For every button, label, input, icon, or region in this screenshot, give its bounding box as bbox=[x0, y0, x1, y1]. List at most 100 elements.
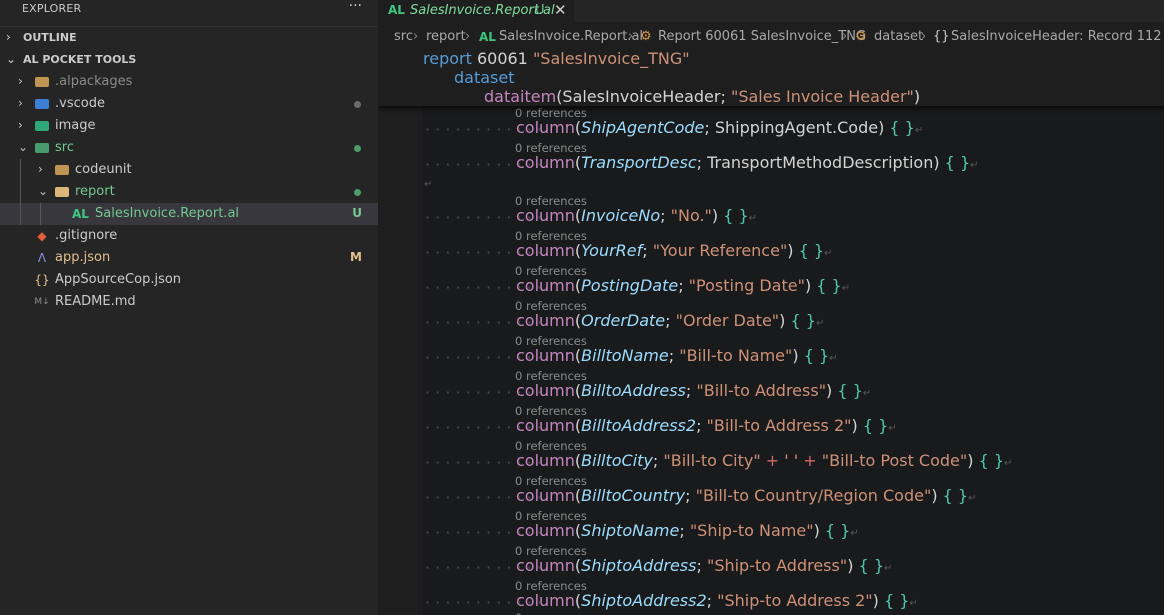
more-actions-icon[interactable]: ··· bbox=[349, 0, 362, 14]
report-symbol-icon: ⚙ bbox=[640, 29, 652, 44]
code-token: dataitem bbox=[484, 87, 557, 106]
code-token: ) bbox=[878, 118, 890, 137]
tree-item-salesinvoice-report-al[interactable]: AL SalesInvoice.Report.al U bbox=[0, 203, 378, 225]
explorer-title: EXPLORER bbox=[22, 2, 82, 15]
code-line-column: column(TransportDesc; TransportMethodDes… bbox=[516, 153, 979, 172]
chevron-right-icon: › bbox=[465, 29, 471, 44]
eol-marker: ↵ bbox=[909, 598, 918, 609]
tree-item-label: .vscode bbox=[55, 96, 105, 111]
braces: { } bbox=[858, 556, 884, 575]
code-token: "Your Reference" bbox=[652, 241, 788, 260]
code-token: ; bbox=[685, 486, 696, 505]
tree-item-vscode[interactable]: › .vscode bbox=[0, 93, 378, 115]
code-token: ) bbox=[779, 311, 791, 330]
image-folder-icon bbox=[34, 118, 50, 134]
tab-salesinvoice-report[interactable]: AL SalesInvoice.Report.al U ✕ bbox=[378, 0, 574, 23]
braces: { } bbox=[824, 521, 851, 540]
eol-marker: ↵ bbox=[815, 318, 825, 329]
eol-marker: ↵ bbox=[862, 388, 872, 399]
braces: { } bbox=[944, 153, 971, 172]
code-token: ) bbox=[792, 346, 804, 365]
code-line-column: column(ShiptoName; "Ship-to Name") { }↵ bbox=[516, 521, 859, 540]
tree-item-readme-md[interactable]: M↓ README.md bbox=[0, 291, 378, 313]
project-section-header[interactable]: ⌄ AL POCKET TOOLS bbox=[0, 49, 378, 71]
breadcrumb-symbol-dataset[interactable]: dataset bbox=[874, 29, 923, 44]
code-line-column: column(ShiptoAddress; "Ship-to Address")… bbox=[516, 556, 892, 575]
tree-item-gitignore[interactable]: ◆ .gitignore bbox=[0, 225, 378, 247]
git-status-dot bbox=[354, 189, 361, 196]
braces: { } bbox=[889, 118, 915, 137]
code-token: ) bbox=[826, 381, 838, 400]
code-token: dataset bbox=[454, 68, 515, 87]
column-name: YourRef bbox=[581, 241, 643, 260]
code-token: + bbox=[803, 451, 817, 470]
breadcrumb-symbol-report[interactable]: Report 60061 SalesInvoice_TNG bbox=[658, 29, 866, 44]
chevron-right-icon: › bbox=[6, 30, 11, 44]
chevron-right-icon: › bbox=[18, 74, 23, 88]
code-token: "Ship-to Address" bbox=[706, 556, 848, 575]
chevron-down-icon: ⌄ bbox=[38, 184, 49, 198]
code-token: ) bbox=[804, 276, 817, 295]
code-token: ; bbox=[685, 381, 697, 400]
chevron-right-icon: › bbox=[18, 96, 23, 110]
codelens-references: 0 re bbox=[515, 611, 538, 615]
code-token: "Bill-to Post Code" bbox=[821, 451, 968, 470]
tree-item-label: .gitignore bbox=[55, 228, 118, 243]
tree-item-codeunit[interactable]: › codeunit bbox=[0, 159, 378, 181]
braces: { } bbox=[790, 311, 816, 330]
tree-item-alpackages[interactable]: › .alpackages bbox=[0, 71, 378, 93]
breadcrumb-symbol-dataitem[interactable]: SalesInvoiceHeader: Record 112 "Sale bbox=[951, 29, 1164, 44]
outline-section-header[interactable]: › OUTLINE bbox=[0, 26, 378, 49]
breadcrumb-file[interactable]: SalesInvoice.Report.al bbox=[499, 29, 643, 44]
code-line-report: report 60061 "SalesInvoice_TNG" bbox=[423, 49, 690, 68]
tree-item-label: AppSourceCop.json bbox=[55, 272, 182, 287]
braces: { } bbox=[942, 486, 969, 505]
close-icon[interactable]: ✕ bbox=[554, 1, 567, 19]
git-status-badge: U bbox=[352, 206, 362, 220]
column-name: BilltoCountry bbox=[581, 486, 686, 505]
tree-item-label: SalesInvoice.Report.al bbox=[95, 206, 240, 221]
code-token: "Sales Invoice Header" bbox=[730, 87, 914, 106]
braces: { } bbox=[837, 381, 863, 400]
chevron-right-icon: › bbox=[842, 29, 848, 44]
breadcrumb-report[interactable]: report bbox=[426, 29, 466, 44]
tab-label: SalesInvoice.Report.al bbox=[410, 3, 555, 18]
code-token: ; bbox=[652, 451, 664, 470]
tree-item-report[interactable]: ⌄ report bbox=[0, 181, 378, 203]
breadcrumb-src[interactable]: src bbox=[394, 29, 413, 44]
column-name: BilltoAddress bbox=[581, 381, 686, 400]
braces: { } bbox=[862, 416, 889, 435]
code-token: ) bbox=[711, 206, 724, 225]
column-name: BilltoAddress2 bbox=[581, 416, 697, 435]
code-token: ; bbox=[706, 591, 718, 610]
editor-area: AL SalesInvoice.Report.al U ✕ src › repo… bbox=[378, 0, 1164, 615]
code-line-column: column(InvoiceNo; "No.") { }↵ bbox=[516, 206, 757, 225]
column-name: ShiptoName bbox=[581, 521, 680, 540]
column-name: PostingDate bbox=[581, 276, 679, 295]
code-token: ; bbox=[665, 311, 676, 330]
code-line-dataitem: dataitem(SalesInvoiceHeader; "Sales Invo… bbox=[484, 87, 920, 106]
code-token: ) bbox=[813, 521, 825, 540]
code-token: 60061 bbox=[476, 49, 533, 68]
code-line-column: column(BilltoCountry; "Bill-to Country/R… bbox=[516, 486, 976, 505]
braces: { } bbox=[798, 241, 825, 260]
code-token: ; bbox=[696, 556, 707, 575]
tree-item-src[interactable]: ⌄ src bbox=[0, 137, 378, 159]
tree-item-image[interactable]: › image bbox=[0, 115, 378, 137]
code-token: "Bill-to City" bbox=[663, 451, 761, 470]
eol-marker: ↵ bbox=[884, 563, 893, 574]
code-token: ) bbox=[913, 87, 921, 106]
column-name: BilltoCity bbox=[581, 451, 653, 470]
code-token: "No." bbox=[670, 206, 712, 225]
al-file-icon: AL bbox=[479, 30, 496, 44]
git-status-dot bbox=[354, 101, 361, 108]
code-line-empty: ↵ bbox=[424, 172, 432, 191]
tree-item-appsourcecop-json[interactable]: {} AppSourceCop.json bbox=[0, 269, 378, 291]
braces: { } bbox=[978, 451, 1005, 470]
tree-item-app-json[interactable]: Λapp.json M bbox=[0, 247, 378, 269]
code-line-column: column(BilltoName; "Bill-to Name") { }↵ bbox=[516, 346, 838, 365]
src-folder-icon bbox=[34, 140, 50, 156]
code-token: "Bill-to Address" bbox=[696, 381, 827, 400]
git-status-dot bbox=[354, 145, 361, 152]
column-name: ShiptoAddress2 bbox=[581, 591, 707, 610]
